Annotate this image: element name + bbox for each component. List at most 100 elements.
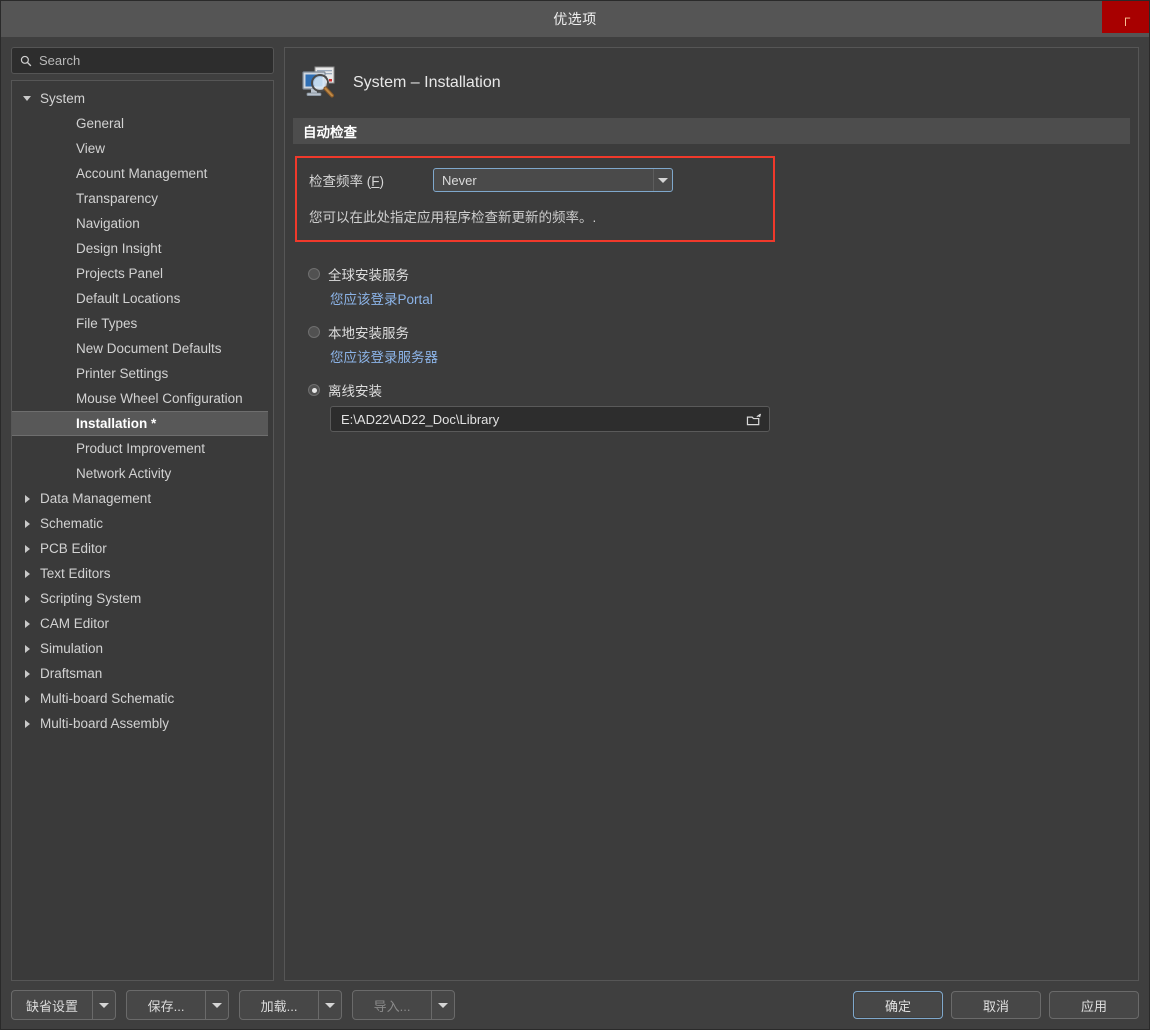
sidebar-item-label: Text Editors	[40, 566, 111, 581]
link-sign-in-portal[interactable]: 您应该登录Portal	[330, 288, 433, 308]
sidebar-item-installation[interactable]: Installation *	[12, 411, 268, 436]
check-frequency-value: Never	[442, 172, 477, 188]
sidebar-item-general[interactable]: General	[12, 111, 273, 136]
radio-row-offline[interactable]: 离线安装	[308, 380, 1128, 400]
twisty-toggle[interactable]	[18, 544, 36, 553]
sidebar-item-label: Mouse Wheel Configuration	[76, 391, 243, 406]
sidebar-item-scripting-system[interactable]: Scripting System	[12, 586, 273, 611]
sidebar-item-default-locations[interactable]: Default Locations	[12, 286, 273, 311]
sidebar-item-label: PCB Editor	[40, 541, 107, 556]
sidebar-item-label: General	[76, 116, 125, 131]
twisty-toggle[interactable]	[18, 494, 36, 503]
sidebar-item-file-types[interactable]: File Types	[12, 311, 273, 336]
sidebar-item-multi-board-schematic[interactable]: Multi-board Schematic	[12, 686, 273, 711]
twisty-toggle[interactable]	[18, 519, 36, 528]
search-input[interactable]	[39, 53, 265, 68]
sidebar-item-text-editors[interactable]: Text Editors	[12, 561, 273, 586]
radio-icon-global[interactable]	[308, 268, 320, 280]
save-button[interactable]: 保存...	[127, 991, 205, 1019]
radio-icon-local[interactable]	[308, 326, 320, 338]
sidebar-item-label: File Types	[76, 316, 138, 331]
close-icon: ┌	[1120, 9, 1131, 25]
radio-row-local[interactable]: 本地安装服务	[308, 322, 1128, 342]
open-folder-icon[interactable]	[746, 412, 763, 427]
sidebar-item-pcb-editor[interactable]: PCB Editor	[12, 536, 273, 561]
load-button[interactable]: 加载...	[240, 991, 318, 1019]
sidebar-item-view[interactable]: View	[12, 136, 273, 161]
sidebar-item-design-insight[interactable]: Design Insight	[12, 236, 273, 261]
check-frequency-dropdown[interactable]: Never	[433, 168, 673, 192]
twisty-toggle[interactable]	[18, 644, 36, 653]
ok-button[interactable]: 确定	[853, 991, 943, 1019]
sidebar-item-draftsman[interactable]: Draftsman	[12, 661, 273, 686]
twisty-toggle[interactable]	[18, 669, 36, 678]
sidebar-item-mouse-wheel-configuration[interactable]: Mouse Wheel Configuration	[12, 386, 273, 411]
load-dropdown-chevron-down-icon[interactable]	[319, 991, 341, 1019]
close-button[interactable]: ┌	[1102, 1, 1149, 33]
save-split-button[interactable]: 保存...	[126, 990, 230, 1020]
chevron-down-icon	[23, 96, 31, 101]
apply-button[interactable]: 应用	[1049, 991, 1139, 1019]
check-frequency-label-suffix: )	[379, 174, 385, 189]
sidebar-item-label: Projects Panel	[76, 266, 164, 281]
offline-path-input[interactable]	[339, 410, 746, 428]
sidebar-item-multi-board-assembly[interactable]: Multi-board Assembly	[12, 711, 273, 736]
sidebar-item-label: Network Activity	[76, 466, 172, 481]
sidebar-item-navigation[interactable]: Navigation	[12, 211, 273, 236]
sidebar-item-transparency[interactable]: Transparency	[12, 186, 273, 211]
install-option-global: 全球安装服务 您应该登录Portal	[308, 264, 1128, 308]
page-title: System – Installation	[353, 74, 501, 91]
search-icon	[20, 55, 32, 66]
link-sign-in-server[interactable]: 您应该登录服务器	[330, 346, 438, 366]
sidebar-item-network-activity[interactable]: Network Activity	[12, 461, 273, 486]
defaults-split-button[interactable]: 缺省设置	[11, 990, 117, 1020]
sidebar-item-system[interactable]: System	[12, 86, 273, 111]
sidebar-item-projects-panel[interactable]: Projects Panel	[12, 261, 273, 286]
chevron-right-icon	[24, 494, 30, 503]
sidebar-item-label: Installation *	[76, 416, 157, 431]
chevron-right-icon	[24, 719, 30, 728]
sidebar-item-account-management[interactable]: Account Management	[12, 161, 273, 186]
sidebar: System General View Account Management Trans…	[11, 47, 274, 981]
import-dropdown-chevron-down-icon[interactable]	[432, 991, 454, 1019]
twisty-toggle[interactable]	[18, 619, 36, 628]
sidebar-item-schematic[interactable]: Schematic	[12, 511, 273, 536]
twisty-toggle[interactable]	[18, 719, 36, 728]
sidebar-item-printer-settings[interactable]: Printer Settings	[12, 361, 273, 386]
check-frequency-mnemonic: F	[371, 174, 380, 189]
main-panel: System – Installation 自动检查 检查频率 (F) Neve…	[284, 47, 1139, 981]
sidebar-item-label: New Document Defaults	[76, 341, 222, 356]
chevron-right-icon	[24, 594, 30, 603]
defaults-dropdown-chevron-down-icon[interactable]	[93, 991, 115, 1019]
offline-path-row[interactable]	[330, 406, 770, 432]
radio-icon-offline[interactable]	[308, 384, 320, 396]
twisty-toggle[interactable]	[18, 694, 36, 703]
sidebar-item-label: Transparency	[76, 191, 159, 206]
radio-row-global[interactable]: 全球安装服务	[308, 264, 1128, 284]
sidebar-item-label: Product Improvement	[76, 441, 206, 456]
defaults-button[interactable]: 缺省设置	[12, 991, 92, 1019]
cancel-button[interactable]: 取消	[951, 991, 1041, 1019]
twisty-toggle[interactable]	[18, 96, 36, 101]
twisty-toggle[interactable]	[18, 569, 36, 578]
sidebar-item-new-document-defaults[interactable]: New Document Defaults	[12, 336, 273, 361]
settings-tree[interactable]: System General View Account Management Trans…	[11, 80, 274, 981]
section-header: 自动检查	[293, 118, 1130, 144]
sidebar-item-product-improvement[interactable]: Product Improvement	[12, 436, 273, 461]
title-bar: 优选项 ┌	[1, 1, 1149, 37]
install-option-local: 本地安装服务 您应该登录服务器	[308, 322, 1128, 366]
sidebar-item-data-management[interactable]: Data Management	[12, 486, 273, 511]
page-content: 检查频率 (F) Never 您可以在此处指定应用程序检查新更新的频率。. 全球…	[285, 144, 1138, 980]
preferences-dialog: 优选项 ┌ System General View Account Managemen…	[0, 0, 1150, 1030]
search-box[interactable]	[11, 47, 274, 74]
chevron-down-icon[interactable]	[653, 169, 672, 191]
window-title: 优选项	[553, 11, 597, 27]
sidebar-item-simulation[interactable]: Simulation	[12, 636, 273, 661]
load-split-button[interactable]: 加载...	[239, 990, 343, 1020]
check-frequency-row: 检查频率 (F) Never	[309, 168, 761, 192]
sidebar-item-label: Account Management	[76, 166, 208, 181]
sidebar-item-label: System	[40, 91, 86, 106]
sidebar-item-cam-editor[interactable]: CAM Editor	[12, 611, 273, 636]
save-dropdown-chevron-down-icon[interactable]	[206, 991, 228, 1019]
twisty-toggle[interactable]	[18, 594, 36, 603]
